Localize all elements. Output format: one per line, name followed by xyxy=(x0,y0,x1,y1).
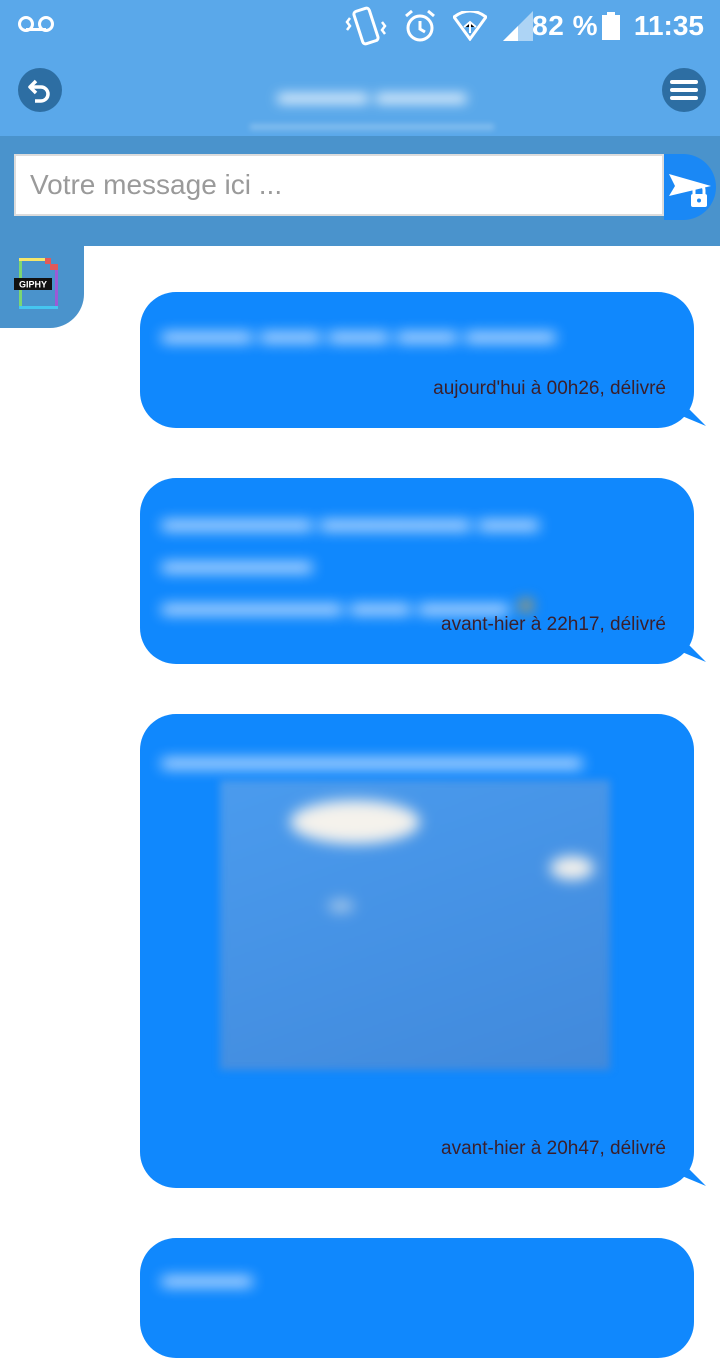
wifi-icon xyxy=(453,11,487,41)
contact-name-blurred: ▬▬▬ ▬▬▬ xyxy=(277,77,467,110)
status-bar: 82 % 11:35 xyxy=(0,0,720,52)
bubble-tail xyxy=(682,1162,706,1186)
message-text-blurred: ▬▬▬ ▬▬ ▬▬ ▬▬ ▬▬▬ xyxy=(162,316,556,349)
message-bubble[interactable]: ▬▬▬▬▬▬▬▬▬▬▬▬▬▬ avant-hier à 20h47, déliv… xyxy=(140,714,706,1188)
message-image-blurred xyxy=(220,780,610,1070)
message-bubble[interactable]: ▬▬▬ ▬▬ ▬▬ ▬▬ ▬▬▬ aujourd'hui à 00h26, dé… xyxy=(140,292,706,428)
app-bar: ▬▬▬ ▬▬▬ xyxy=(0,52,720,136)
contact-name-underline xyxy=(250,124,494,130)
battery-icon xyxy=(602,12,620,40)
message-bubble[interactable]: ▬▬▬ xyxy=(140,1238,694,1358)
message-text-blurred: ▬▬▬▬▬▬▬▬▬▬▬▬▬▬ xyxy=(162,742,582,775)
menu-button[interactable] xyxy=(662,68,706,112)
bubble-tail xyxy=(682,402,706,426)
menu-icon xyxy=(670,80,698,100)
giphy-label: GIPHY xyxy=(19,280,47,290)
back-button[interactable] xyxy=(18,68,62,112)
message-meta: avant-hier à 20h47, délivré xyxy=(441,1138,666,1159)
message-text-blurred: ▬▬▬▬▬ ▬▬▬▬▬ ▬▬ ▬▬▬▬▬ ▬▬▬▬▬▬ ▬▬ ▬▬▬ ● xyxy=(162,504,539,621)
back-icon xyxy=(28,79,50,103)
message-meta: aujourd'hui à 00h26, délivré xyxy=(433,378,666,399)
alarm-icon xyxy=(405,9,435,42)
vibrate-icon xyxy=(345,6,387,46)
message-input[interactable] xyxy=(14,154,664,216)
message-bubble[interactable]: ▬▬▬▬▬ ▬▬▬▬▬ ▬▬ ▬▬▬▬▬ ▬▬▬▬▬▬ ▬▬ ▬▬▬ ● avan… xyxy=(140,478,706,664)
giphy-button[interactable]: GIPHY xyxy=(0,246,84,328)
battery-percent: 82 % xyxy=(532,10,598,41)
signal-icon xyxy=(503,11,533,41)
bubble-tail xyxy=(682,638,706,662)
send-secure-icon xyxy=(669,174,711,207)
message-meta: avant-hier à 22h17, délivré xyxy=(441,614,666,635)
composer xyxy=(0,136,720,246)
send-button[interactable] xyxy=(664,154,716,220)
clock: 11:35 xyxy=(633,10,704,41)
voicemail-icon xyxy=(18,16,54,32)
message-text-blurred: ▬▬▬ xyxy=(162,1260,252,1293)
giphy-logo-icon: GIPHY xyxy=(14,258,58,309)
